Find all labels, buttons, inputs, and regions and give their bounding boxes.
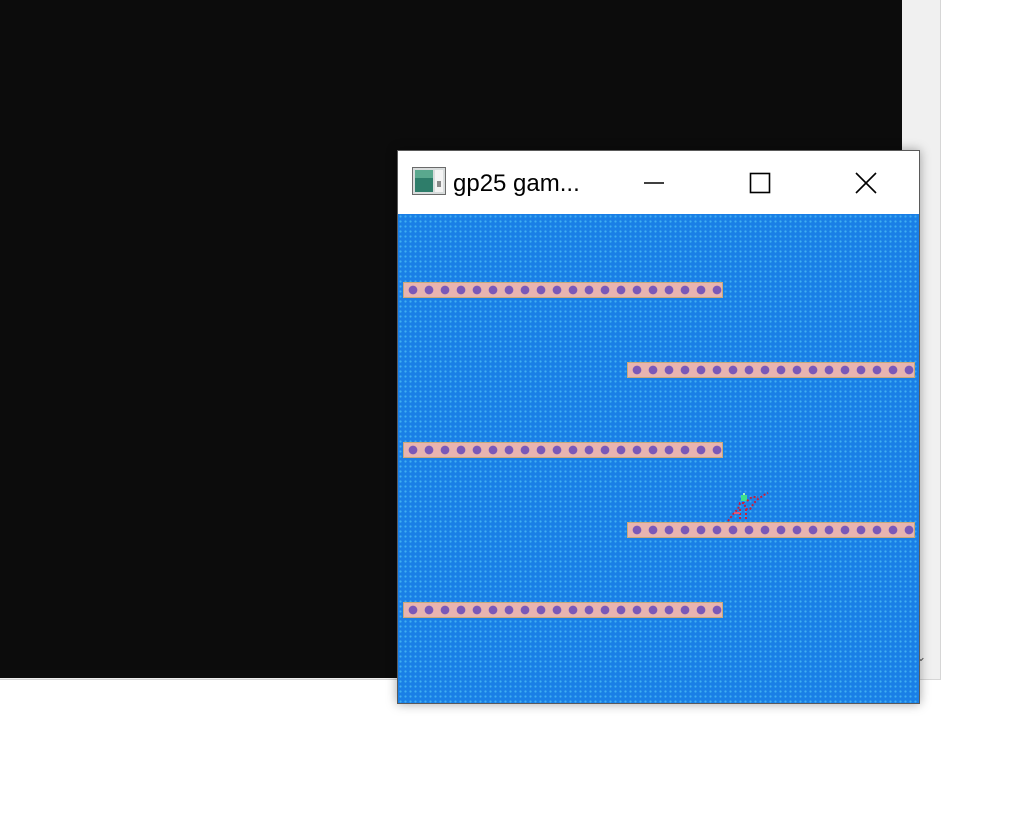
desktop: ⌄ gp25 gam... [0,0,1027,820]
player-sprite [727,492,769,522]
app-window-icon [412,167,446,195]
close-icon [855,171,877,194]
platform-3 [403,442,723,458]
maximize-button[interactable] [707,151,813,214]
minimize-button[interactable] [601,151,707,214]
title-bar[interactable]: gp25 gam... [398,151,919,214]
game-window: gp25 gam... [397,150,920,704]
platform-5 [403,602,723,618]
platform-2 [627,362,915,378]
maximize-icon [749,172,771,193]
platform-1 [403,282,723,298]
close-button[interactable] [813,151,919,214]
minimize-icon [644,181,664,184]
game-canvas[interactable] [398,214,919,703]
platform-4 [627,522,915,538]
window-title: gp25 gam... [453,170,580,197]
